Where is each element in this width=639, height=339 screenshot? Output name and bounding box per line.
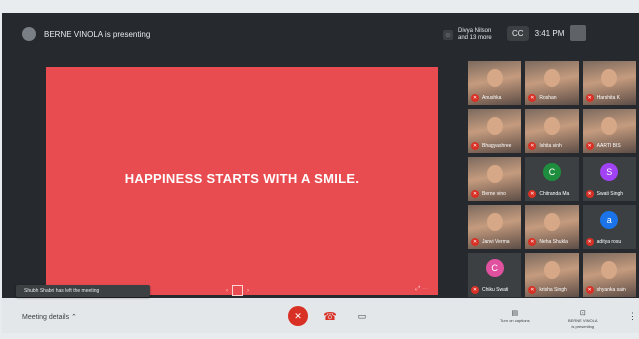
muted-mic-icon: ✕ — [528, 286, 537, 294]
participant-tile[interactable]: S ✕ Swati Singh — [582, 157, 636, 201]
captions-chip[interactable]: CC — [507, 25, 529, 41]
slide-page-box — [232, 285, 243, 296]
participant-name: Janvi Verma — [482, 239, 510, 245]
participant-video — [486, 69, 503, 87]
participant-name: aditya rosu — [596, 239, 622, 245]
muted-mic-icon: ✕ — [528, 190, 537, 198]
participant-video — [601, 69, 618, 87]
next-slide-icon[interactable]: › — [247, 288, 249, 294]
meeting-details-label: Meeting details — [22, 314, 70, 321]
self-view[interactable] — [570, 25, 587, 41]
camera-icon[interactable]: ▭ — [352, 306, 372, 326]
presenting-button[interactable]: ⊡ BERNE VINOLA is presenting — [568, 309, 598, 329]
bottom-bar: Meeting details ⌃ ✕ ☎ ▭ ▤ Turn on captio… — [2, 304, 639, 333]
participant-tile[interactable]: ✕ Berne vino — [468, 157, 522, 201]
participant-avatar-letter: S — [600, 163, 619, 181]
participant-name: Swati Singh — [596, 191, 624, 197]
participant-avatar-letter: C — [542, 163, 561, 181]
call-controls: ✕ ☎ ▭ — [288, 306, 372, 326]
people-icon: ☺ — [443, 30, 453, 40]
hangup-icon[interactable]: ☎ — [320, 306, 340, 326]
participant-name: Ishita sinh — [539, 143, 562, 149]
presenter-label: BERNE VINOLA is presenting — [22, 27, 150, 41]
muted-mic-icon: ✕ — [585, 286, 594, 294]
participant-name: Harshita K — [596, 95, 620, 101]
participant-video — [601, 117, 618, 135]
captions-label: Turn on captions — [500, 318, 530, 323]
muted-mic-icon: ✕ — [585, 190, 594, 198]
presenting-name: BERNE VINOLA — [568, 318, 598, 323]
participant-avatar-letter: a — [600, 211, 619, 229]
left-meeting-toast: Shubh Shabri has left the meeting — [16, 285, 150, 297]
muted-mic-icon: ✕ — [585, 142, 594, 150]
participant-tile[interactable]: C ✕ Chitranda Ma — [525, 157, 579, 201]
more-options-icon[interactable]: ⋮ — [628, 311, 637, 322]
muted-mic-icon: ✕ — [471, 142, 479, 150]
mic-off-icon[interactable]: ✕ — [288, 306, 308, 326]
participant-name: Bhagyashree — [482, 143, 512, 149]
clock: 3:41 PM — [534, 28, 565, 38]
participant-tile[interactable]: C ✕ Chiku Swati — [468, 253, 522, 297]
meet-screen: BERNE VINOLA is presenting ☺ Divya Nilso… — [2, 13, 639, 333]
chevron-up-icon: ⌃ — [71, 314, 77, 321]
participant-name: Chitranda Ma — [539, 191, 570, 197]
participant-video — [543, 213, 560, 231]
participant-tile[interactable]: ✕ Janvi Verma — [468, 205, 522, 249]
presenter-text: BERNE VINOLA is presenting — [44, 29, 151, 39]
participant-tile[interactable]: ✕ shyanka sain — [582, 253, 636, 297]
participant-avatar-letter: C — [485, 259, 504, 277]
participant-tile[interactable]: ✕ Roshan — [525, 61, 579, 105]
participant-tile[interactable]: a ✕ aditya rosu — [582, 205, 636, 249]
participant-tile[interactable]: ✕ Bhagyashree — [468, 109, 522, 153]
muted-mic-icon: ✕ — [585, 94, 594, 102]
prev-slide-icon[interactable]: ‹ — [226, 288, 228, 294]
participant-video — [486, 117, 503, 135]
participant-tile[interactable]: ✕ AARTI BIS — [582, 109, 636, 153]
participant-video — [486, 165, 503, 183]
status-area: CC 3:41 PM — [507, 25, 587, 41]
muted-mic-icon: ✕ — [471, 238, 479, 246]
participant-tile[interactable]: ✕ Harshita K — [582, 61, 636, 105]
presentation-slide: HAPPINESS STARTS WITH A SMILE. ‹ › ⤢ ⋯ — [46, 67, 438, 296]
participants-info[interactable]: ☺ Divya Nilson and 13 more — [443, 28, 503, 42]
fullscreen-icon[interactable]: ⤢ ⋯ — [416, 286, 428, 293]
participant-video — [486, 213, 503, 231]
participants-line2: and 13 more — [458, 35, 492, 41]
meeting-stage: BERNE VINOLA is presenting ☺ Divya Nilso… — [2, 13, 639, 298]
meeting-details-button[interactable]: Meeting details ⌃ — [22, 313, 77, 321]
top-bar: BERNE VINOLA is presenting ☺ Divya Nilso… — [2, 13, 639, 53]
participant-grid: ✕ Anushka ✕ Roshan ✕ Harshita K ✕ Bhagyashree ✕ I… — [468, 61, 636, 297]
slide-pager: ‹ › — [226, 285, 249, 296]
participant-tile[interactable]: ✕ Anushka — [468, 61, 522, 105]
participant-video — [543, 69, 560, 87]
participant-name: Anushka — [482, 95, 502, 101]
muted-mic-icon: ✕ — [471, 190, 479, 198]
presenter-avatar — [22, 27, 36, 41]
participant-tile[interactable]: ✕ krisha Singh — [525, 253, 579, 297]
muted-mic-icon: ✕ — [471, 94, 479, 102]
captions-button[interactable]: ▤ Turn on captions — [500, 309, 530, 323]
participant-name: Chiku Swati — [482, 287, 509, 293]
participants-line1: Divya Nilson — [458, 28, 492, 34]
participant-name: Neha Shukla — [539, 239, 568, 245]
participant-name: Berne vino — [482, 191, 506, 197]
slide-headline: HAPPINESS STARTS WITH A SMILE. — [124, 171, 360, 186]
participant-video — [543, 117, 560, 135]
muted-mic-icon: ✕ — [528, 142, 537, 150]
participant-video — [543, 261, 560, 279]
participant-video — [601, 261, 618, 279]
muted-mic-icon: ✕ — [471, 286, 479, 294]
participant-name: shyanka sain — [596, 287, 626, 293]
presenting-sub: is presenting — [571, 324, 595, 329]
participant-name: Roshan — [539, 95, 557, 101]
muted-mic-icon: ✕ — [585, 238, 594, 246]
muted-mic-icon: ✕ — [528, 238, 537, 246]
muted-mic-icon: ✕ — [528, 94, 537, 102]
participant-name: krisha Singh — [539, 287, 567, 293]
participant-tile[interactable]: ✕ Neha Shukla — [525, 205, 579, 249]
participant-tile[interactable]: ✕ Ishita sinh — [525, 109, 579, 153]
captions-icon: ▤ — [511, 310, 519, 317]
present-icon: ⊡ — [579, 310, 586, 317]
participant-name: AARTI BIS — [596, 143, 621, 149]
